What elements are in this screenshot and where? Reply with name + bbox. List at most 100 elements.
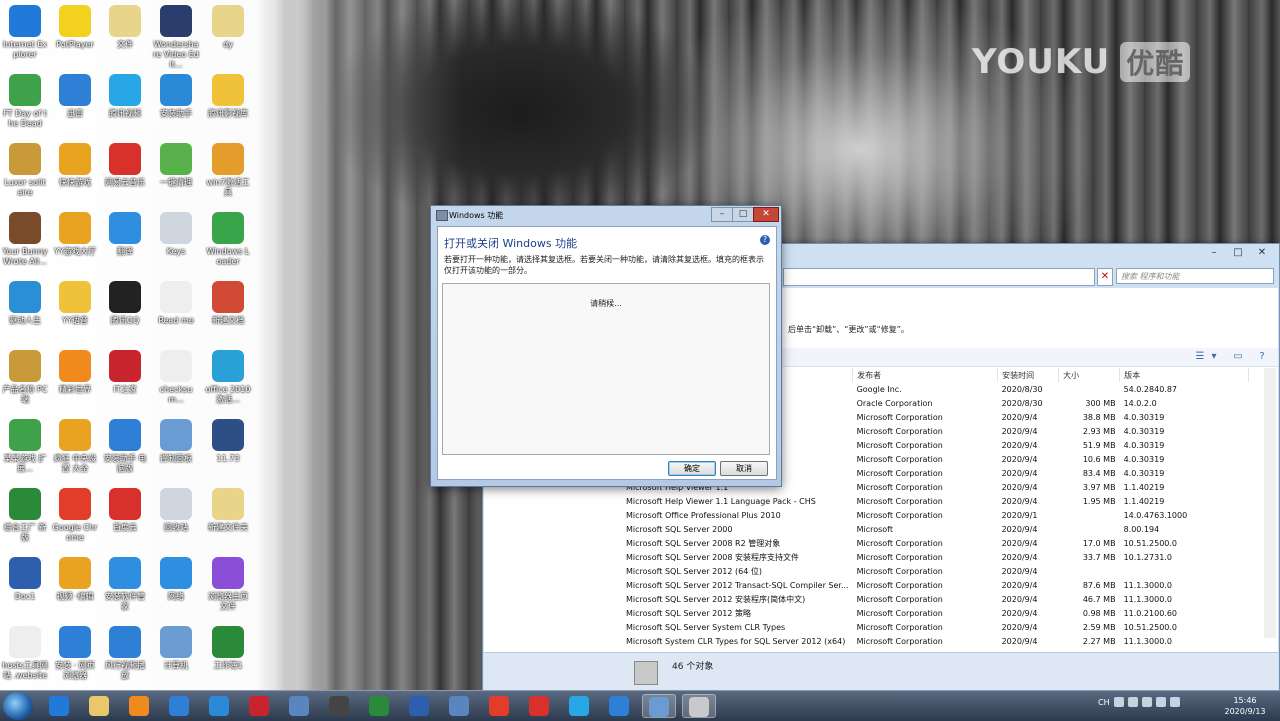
desktop-icon[interactable]: IT之家 xyxy=(102,350,148,395)
network-icon[interactable] xyxy=(1155,697,1166,707)
minimize-button[interactable]: – xyxy=(711,207,733,222)
desktop-icon[interactable]: 浏览器主页文件 xyxy=(205,557,251,612)
windows-features-dialog[interactable]: Windows 功能 – □ ✕ 打开或关闭 Windows 功能 ? 若要打开… xyxy=(430,205,782,487)
desktop-icon[interactable]: 安装软件管家 xyxy=(102,557,148,612)
volume-icon[interactable] xyxy=(1169,697,1180,707)
table-row[interactable]: Microsoft SQL Server 2012 Transact-SQL C… xyxy=(622,578,1249,592)
desktop-icon[interactable]: 一键清理 xyxy=(153,143,199,188)
taskbar-button[interactable] xyxy=(42,694,76,718)
preview-pane-icon[interactable]: ▭ xyxy=(1232,351,1244,363)
desktop-icon[interactable]: 快快游戏 xyxy=(52,143,98,188)
desktop-icon[interactable]: Luxor solitaire xyxy=(2,143,48,198)
desktop-icon[interactable]: 产品名称 PC端 xyxy=(2,350,48,405)
taskbar-button[interactable] xyxy=(122,694,156,718)
taskbar-button[interactable] xyxy=(242,694,276,718)
desktop-icon[interactable]: 驱动人生 xyxy=(2,281,48,326)
desktop-icon[interactable]: 迅雷 xyxy=(52,74,98,119)
address-clear-icon[interactable]: ✕ xyxy=(1097,268,1113,286)
desktop-icon[interactable]: 回收站 xyxy=(153,488,199,533)
desktop-icon[interactable]: checksum... xyxy=(153,350,199,405)
taskbar-button[interactable] xyxy=(82,694,116,718)
vertical-scrollbar[interactable] xyxy=(1264,368,1276,638)
desktop-icon[interactable]: Wondershare Video Edit... xyxy=(153,5,199,70)
taskbar-button[interactable] xyxy=(482,694,516,718)
table-row[interactable]: Microsoft SQL Server 2008 安装程序支持文件 Micros… xyxy=(622,550,1249,564)
tray-icon[interactable] xyxy=(1113,697,1124,707)
desktop-icon[interactable]: 计算机 xyxy=(153,626,199,671)
desktop-icon[interactable]: 腾讯视频 xyxy=(102,74,148,119)
desktop-icon[interactable]: PotPlayer xyxy=(52,5,98,50)
cancel-button[interactable]: 取消 xyxy=(720,461,768,476)
desktop-icon[interactable]: 风行视频播放 xyxy=(102,626,148,681)
taskbar-button[interactable] xyxy=(362,694,396,718)
desktop-icon[interactable]: 精彩世界 xyxy=(52,350,98,395)
taskbar-button[interactable] xyxy=(282,694,316,718)
desktop-icon[interactable]: Keys xyxy=(153,212,199,257)
taskbar-button[interactable] xyxy=(322,694,356,718)
table-row[interactable]: Microsoft Help Viewer 1.1 Language Pack … xyxy=(622,494,1249,508)
desktop-icon[interactable]: dy xyxy=(205,5,251,50)
taskbar-button[interactable] xyxy=(682,694,716,718)
chevron-down-icon[interactable]: ▾ xyxy=(1208,351,1220,363)
table-row[interactable]: Microsoft Office Professional Plus 2010 M… xyxy=(622,508,1249,522)
table-row[interactable]: Microsoft SQL Server 2012 (64 位) Microsof… xyxy=(622,564,1249,578)
desktop-icon[interactable]: 控制面板 xyxy=(153,419,199,464)
help-icon[interactable]: ? xyxy=(1256,351,1268,363)
desktop-icon[interactable]: Google Chrome xyxy=(52,488,98,543)
desktop-icon[interactable]: 工作簿1 xyxy=(205,626,251,671)
desktop-icon[interactable]: Internet Explorer xyxy=(2,5,48,60)
table-row[interactable]: Microsoft SQL Server 2012 策略 Microsoft Co… xyxy=(622,606,1249,620)
desktop-icon[interactable]: Doc1 xyxy=(2,557,48,602)
maximize-button[interactable]: □ xyxy=(732,207,754,222)
start-button[interactable] xyxy=(3,692,33,720)
desktop-icon[interactable]: YY游戏大厅 xyxy=(52,212,98,257)
tray-icon[interactable] xyxy=(1127,697,1138,707)
desktop-icon[interactable]: Windows Loader xyxy=(205,212,251,267)
table-row[interactable]: Microsoft SQL Server System CLR Types Mic… xyxy=(622,620,1249,634)
desktop-icon[interactable]: 安装助手 电脑版 xyxy=(102,419,148,474)
desktop-icon[interactable]: 翻译 xyxy=(102,212,148,257)
desktop-icon[interactable]: 11.73 xyxy=(205,419,251,464)
minimize-button[interactable]: – xyxy=(1203,246,1225,260)
taskbar-button[interactable] xyxy=(522,694,556,718)
column-install-date[interactable]: 安装时间 xyxy=(997,368,1060,382)
table-row[interactable]: Microsoft SQL Server 2000 Microsoft 2020/9… xyxy=(622,522,1249,536)
desktop-icon[interactable]: office 2010 激活... xyxy=(205,350,251,405)
desktop-icon[interactable]: 疯狂 中央设置 大全 xyxy=(52,419,98,474)
taskbar-button[interactable] xyxy=(642,694,676,718)
maximize-button[interactable]: □ xyxy=(1227,246,1249,260)
desktop-icon[interactable]: Read me xyxy=(153,281,199,326)
help-icon[interactable]: ? xyxy=(760,235,770,245)
taskbar-button[interactable] xyxy=(402,694,436,718)
taskbar-button[interactable] xyxy=(202,694,236,718)
view-options-icon[interactable]: ☰ xyxy=(1194,351,1206,363)
taskbar-button[interactable] xyxy=(442,694,476,718)
language-indicator[interactable]: CH xyxy=(1098,698,1110,707)
desktop-icon[interactable]: 百度云 xyxy=(102,488,148,533)
close-button[interactable]: ✕ xyxy=(753,207,779,222)
ok-button[interactable]: 确定 xyxy=(668,461,716,476)
taskbar-button[interactable] xyxy=(562,694,596,718)
clock[interactable]: 15:46 2020/9/13 xyxy=(1222,695,1268,717)
desktop-icon[interactable]: 新建文件夹 xyxy=(205,488,251,533)
table-row[interactable]: Microsoft SQL Server 2012 安装程序(简体中文) Micr… xyxy=(622,592,1249,606)
features-tree[interactable]: 请稍候... xyxy=(442,283,770,455)
column-version[interactable]: 版本 xyxy=(1119,368,1250,382)
desktop-icon[interactable]: win7激活工具 xyxy=(205,143,251,198)
desktop-icon[interactable]: FT Day of the Dead xyxy=(2,74,48,129)
taskbar-button[interactable] xyxy=(602,694,636,718)
table-row[interactable]: Microsoft SQL Server 2008 R2 管理对象 Microso… xyxy=(622,536,1249,550)
search-input[interactable]: 搜索 程序和功能 xyxy=(1116,268,1274,284)
taskbar-button[interactable] xyxy=(162,694,196,718)
desktop-icon[interactable]: 新建文档 xyxy=(205,281,251,326)
desktop-icon[interactable]: 安装助手 xyxy=(153,74,199,119)
desktop-icon[interactable]: 安装 · 网页 浏览器 xyxy=(52,626,98,681)
desktop-icon[interactable]: 网络 xyxy=(153,557,199,602)
desktop-icon[interactable]: 视频 ·编辑 xyxy=(52,557,98,602)
column-size[interactable]: 大小 xyxy=(1058,368,1121,382)
desktop-icon[interactable]: Your Bunny Wrote All... xyxy=(2,212,48,267)
desktop-icon[interactable]: 文件 xyxy=(102,5,148,50)
column-publisher[interactable]: 发布者 xyxy=(852,368,999,382)
desktop-icon[interactable]: YY语音 xyxy=(52,281,98,326)
desktop-icon[interactable]: 综合工厂 新版 xyxy=(2,488,48,543)
